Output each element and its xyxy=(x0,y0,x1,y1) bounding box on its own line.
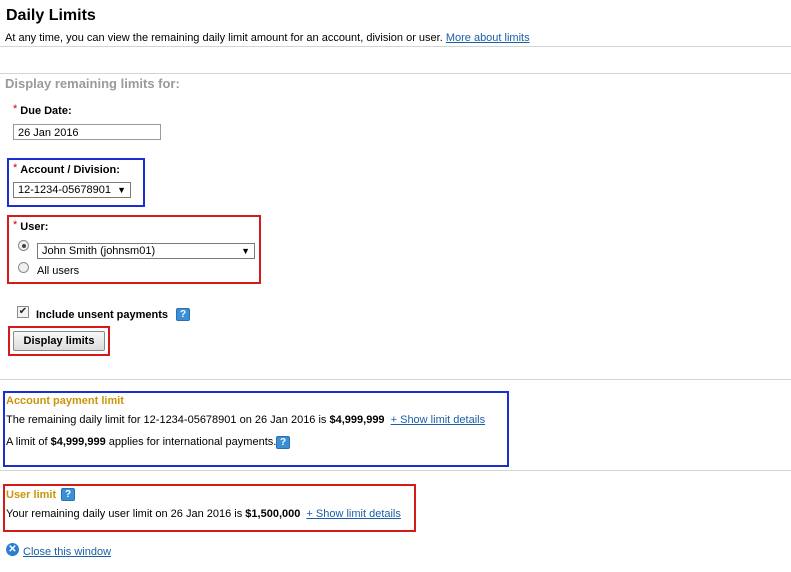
due-date-label: Due Date: xyxy=(20,105,72,117)
user-limit-heading: User limit xyxy=(6,489,57,501)
account-limit-text: The remaining daily limit for 12-1234-05… xyxy=(6,414,327,426)
required-marker: * xyxy=(13,103,18,115)
account-label-row: * Account / Division: xyxy=(13,162,120,176)
all-users-radio[interactable] xyxy=(18,262,29,273)
due-date-label-row: * Due Date: xyxy=(13,103,72,117)
account-limit-heading: Account payment limit xyxy=(6,395,124,407)
help-icon[interactable]: ? xyxy=(276,436,290,449)
divider xyxy=(0,470,791,471)
account-limit-amount: $4,999,999 xyxy=(329,414,385,426)
intro-description: At any time, you can view the remaining … xyxy=(5,32,443,44)
account-select-value: 12-1234-05678901 xyxy=(18,184,111,196)
user-limit-text: Your remaining daily user limit on 26 Ja… xyxy=(6,508,243,520)
help-icon[interactable]: ? xyxy=(61,488,75,501)
user-limit-amount: $1,500,000 xyxy=(245,508,301,520)
user-show-details-link[interactable]: + Show limit details xyxy=(306,508,400,520)
user-label-row: * User: xyxy=(13,219,49,233)
user-select[interactable]: John Smith (johnsm01) ▼ xyxy=(37,243,255,259)
help-icon[interactable]: ? xyxy=(176,308,190,321)
chevron-down-icon: ▼ xyxy=(117,185,126,195)
include-unsent-label: Include unsent payments xyxy=(36,309,169,321)
required-marker: * xyxy=(13,162,18,174)
chevron-down-icon: ▼ xyxy=(241,246,250,256)
user-label: User: xyxy=(20,221,49,233)
user-specific-radio[interactable] xyxy=(18,240,29,251)
section-title: Display remaining limits for: xyxy=(5,76,180,91)
intro-text: At any time, you can view the remaining … xyxy=(5,32,530,44)
user-limit-line: Your remaining daily user limit on 26 Ja… xyxy=(6,508,401,520)
due-date-field[interactable]: 26 Jan 2016 xyxy=(13,124,161,140)
international-limit-suffix: applies for international payments. xyxy=(108,436,277,448)
include-unsent-checkbox[interactable]: ✔ xyxy=(17,306,29,318)
close-window-link[interactable]: Close this window xyxy=(23,546,111,558)
account-label: Account / Division: xyxy=(20,164,120,176)
page-title: Daily Limits xyxy=(6,7,96,24)
divider xyxy=(0,46,791,47)
user-select-value: John Smith (johnsm01) xyxy=(42,245,156,257)
divider xyxy=(0,379,791,380)
close-circle-icon[interactable]: ✕ xyxy=(6,543,19,556)
all-users-label: All users xyxy=(37,265,80,277)
account-limit-line: The remaining daily limit for 12-1234-05… xyxy=(6,414,485,426)
required-marker: * xyxy=(13,219,18,231)
display-limits-button[interactable]: Display limits xyxy=(13,331,105,351)
international-limit-line: A limit of $4,999,999 applies for intern… xyxy=(6,436,276,448)
divider xyxy=(0,73,791,74)
account-show-details-link[interactable]: + Show limit details xyxy=(391,414,485,426)
international-limit-prefix: A limit of xyxy=(6,436,48,448)
international-limit-amount: $4,999,999 xyxy=(50,436,106,448)
more-about-limits-link[interactable]: More about limits xyxy=(446,32,530,44)
account-select[interactable]: 12-1234-05678901 ▼ xyxy=(13,182,131,198)
